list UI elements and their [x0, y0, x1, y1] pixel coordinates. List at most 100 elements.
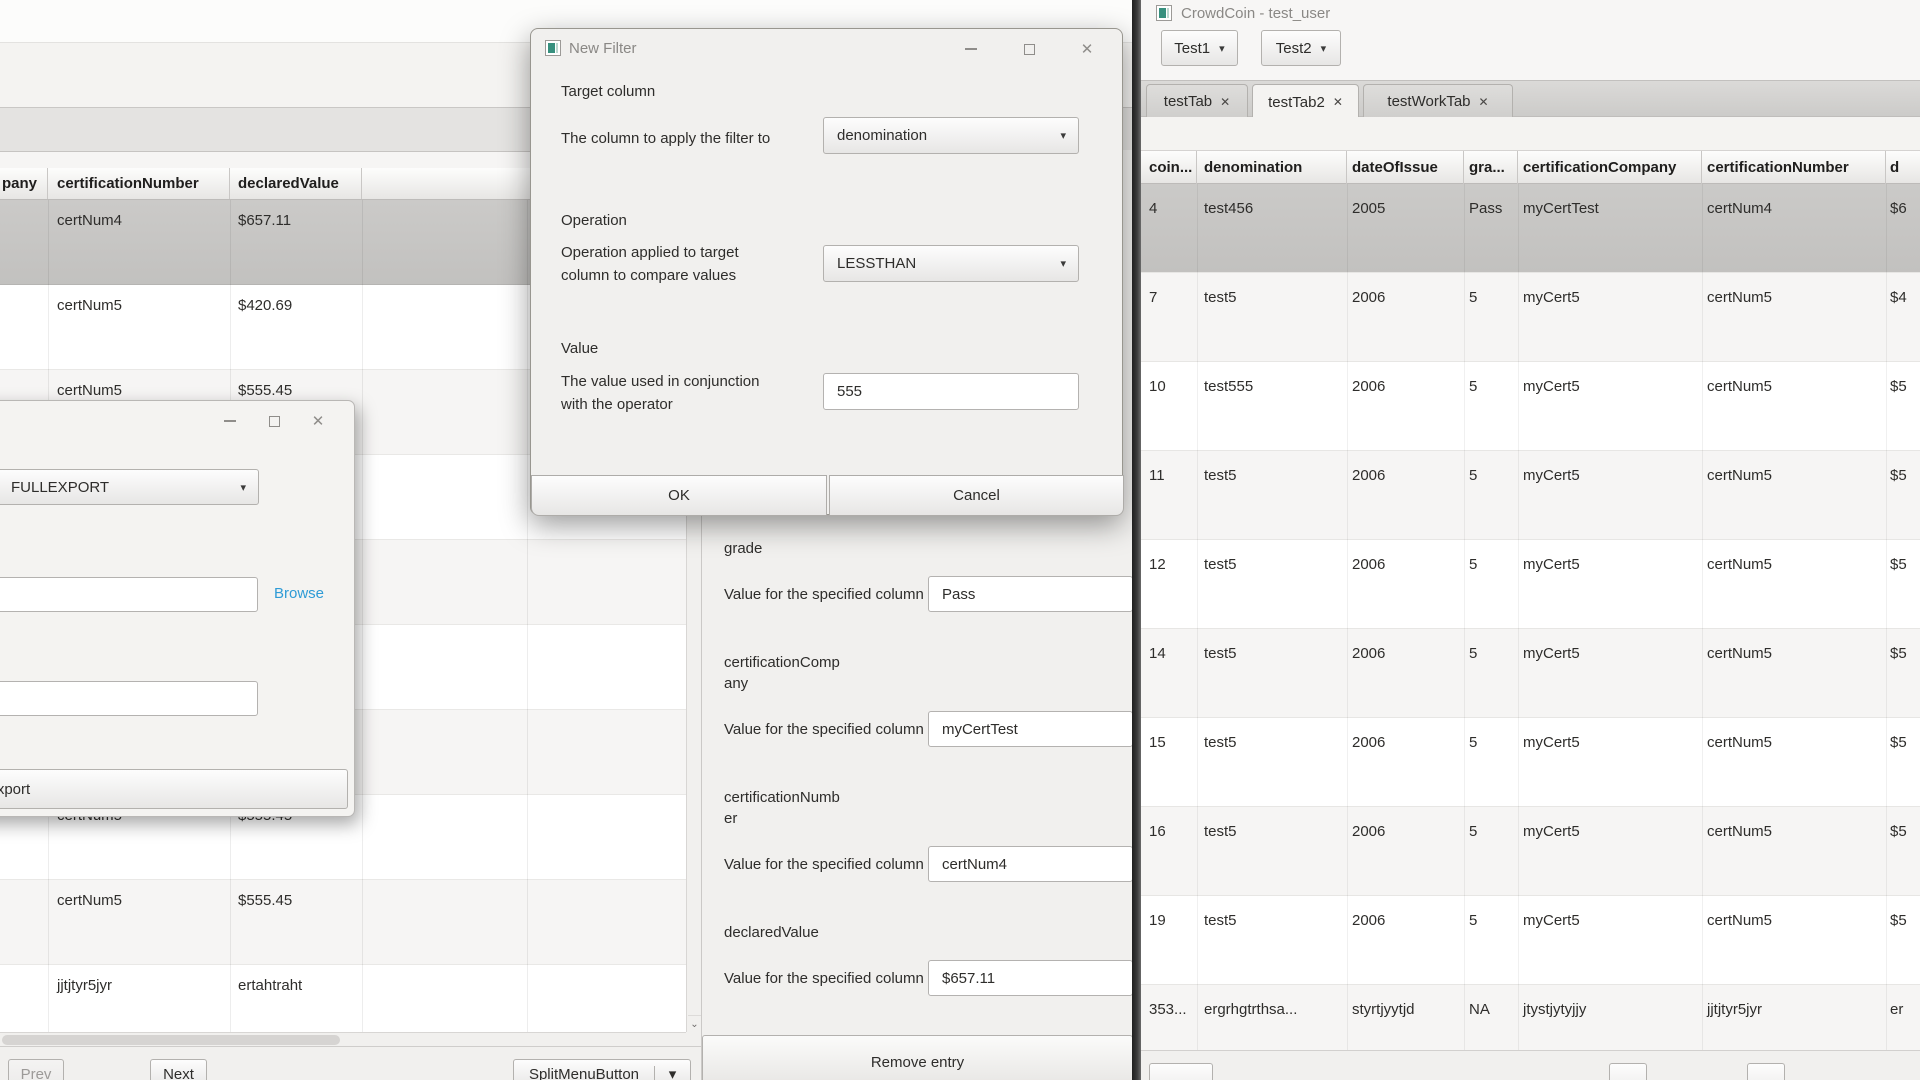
cell-grade: Pass: [1469, 200, 1516, 217]
next-button[interactable]: Next: [150, 1059, 207, 1080]
column-header-certificationcompany[interactable]: certificationCompany: [1518, 151, 1702, 184]
cell-coin: 15: [1149, 734, 1197, 751]
cell-coin: 11: [1149, 467, 1197, 484]
grid-line: [1886, 184, 1887, 1050]
cell-certificationcompany: myCert5: [1523, 734, 1700, 751]
cell-dateofissue: 2006: [1352, 467, 1462, 484]
crowdcoin-bottom-bar: [1141, 1050, 1920, 1080]
grid-line: [1197, 184, 1198, 1050]
cell-coin: 19: [1149, 912, 1197, 929]
cell-certificationnumber: certNum5: [57, 382, 227, 399]
target-column-combobox[interactable]: denomination ▾: [823, 117, 1079, 154]
partial-button[interactable]: [1747, 1063, 1785, 1080]
table-row[interactable]: 12 test5 2006 5 myCert5 certNum5 $5: [1141, 540, 1920, 629]
target-column-value: denomination: [837, 127, 927, 144]
close-icon: ✕: [1081, 40, 1094, 58]
export-type-combobox[interactable]: FULLEXPORT ▾: [0, 469, 259, 505]
cell-grade: 5: [1469, 645, 1516, 662]
table-row[interactable]: 4 test456 2005 Pass myCertTest certNum4 …: [1141, 184, 1920, 273]
tab-close-icon[interactable]: ✕: [1220, 95, 1230, 109]
tab-testtab2[interactable]: testTab2 ✕: [1252, 84, 1359, 119]
column-header-declaredvalue[interactable]: declaredValue: [230, 168, 362, 199]
entry-value-field[interactable]: myCertTest: [928, 711, 1133, 747]
crowdcoin-table-rows: 4 test456 2005 Pass myCertTest certNum4 …: [1141, 184, 1920, 1050]
entry-value-field[interactable]: $657.11: [928, 960, 1133, 996]
value-input[interactable]: 555: [823, 373, 1079, 410]
export-button[interactable]: Export: [0, 769, 348, 809]
table-row[interactable]: jjtjtyr5jyr ertahtraht: [0, 965, 686, 1032]
cell-certificationnumber: certNum5: [1707, 289, 1884, 306]
cell-certificationcompany: jtystjytyjjy: [1523, 1001, 1700, 1018]
table-row[interactable]: 19 test5 2006 5 myCert5 certNum5 $5: [1141, 896, 1920, 985]
table-row[interactable]: 16 test5 2006 5 myCert5 certNum5 $5: [1141, 807, 1920, 896]
cell-certificationnumber: certNum5: [1707, 645, 1884, 662]
scroll-down-icon[interactable]: ⌄: [688, 1015, 701, 1032]
close-button[interactable]: ✕: [296, 407, 340, 435]
app-icon: [545, 40, 561, 56]
cell-coin: 7: [1149, 289, 1197, 306]
table-row[interactable]: 7 test5 2006 5 myCert5 certNum5 $4: [1141, 273, 1920, 362]
entry-row-label: Value for the specified column: [724, 721, 928, 738]
column-header-coin[interactable]: coin...: [1141, 151, 1197, 184]
column-header-certificationcompany[interactable]: pany: [0, 168, 48, 199]
split-menu-button[interactable]: SplitMenuButton ▾: [513, 1059, 691, 1080]
remove-entry-button[interactable]: Remove entry: [702, 1035, 1133, 1080]
tab-label: testWorkTab: [1387, 93, 1470, 110]
table-row[interactable]: 10 test555 2006 5 myCert5 certNum5 $5: [1141, 362, 1920, 451]
tab-testworktab[interactable]: testWorkTab ✕: [1363, 84, 1513, 118]
horizontal-scrollbar[interactable]: [0, 1032, 686, 1046]
cell-certificationnumber: certNum5: [57, 892, 227, 909]
table-row[interactable]: 14 test5 2006 5 myCert5 certNum5 $5: [1141, 629, 1920, 718]
entry-value-field[interactable]: certNum4: [928, 846, 1133, 882]
column-header-certificationnumber[interactable]: certificationNumber: [48, 168, 230, 199]
ok-button[interactable]: OK: [531, 475, 827, 516]
cell-declaredvalue: $420.69: [238, 297, 358, 314]
table-row[interactable]: 11 test5 2006 5 myCert5 certNum5 $5: [1141, 451, 1920, 540]
entry-value-field[interactable]: Pass: [928, 576, 1133, 612]
operation-description: Operation applied to target column to co…: [561, 241, 739, 287]
partial-button[interactable]: [1149, 1063, 1213, 1080]
cell-grade: 5: [1469, 556, 1516, 573]
operation-combobox[interactable]: LESSTHAN ▾: [823, 245, 1079, 282]
cell-declaredvalue: $5: [1890, 823, 1920, 840]
chevron-down-icon[interactable]: ▾: [655, 1065, 690, 1080]
cell-denomination: test5: [1204, 645, 1344, 662]
column-header-declaredvalue[interactable]: d: [1886, 151, 1920, 184]
tab-testtab[interactable]: testTab ✕: [1146, 84, 1248, 118]
cell-certificationcompany: myCert5: [1523, 289, 1700, 306]
maximize-button[interactable]: [252, 407, 296, 435]
menu-button-test2[interactable]: Test2 ▾: [1261, 30, 1341, 66]
table-row[interactable]: 15 test5 2006 5 myCert5 certNum5 $5: [1141, 718, 1920, 807]
minimize-button[interactable]: [208, 407, 252, 435]
table-row[interactable]: 353... ergrhgtrthsa... styrtjyytjd NA jt…: [1141, 985, 1920, 1050]
cell-certificationnumber: jjtjtyr5jyr: [57, 977, 227, 994]
scrollbar-thumb[interactable]: [2, 1035, 340, 1045]
cell-denomination: test5: [1204, 289, 1344, 306]
column-header-certificationnumber[interactable]: certificationNumber: [1702, 151, 1886, 184]
entry-field-name: grade: [724, 538, 924, 559]
export-name-field[interactable]: [0, 681, 258, 716]
screen: pany certificationNumber declaredValue c…: [0, 0, 1920, 1080]
minimize-button[interactable]: [942, 33, 1000, 65]
browse-link[interactable]: Browse: [274, 585, 324, 602]
column-header-dateofissue[interactable]: dateOfIssue: [1347, 151, 1464, 184]
cancel-button[interactable]: Cancel: [829, 475, 1124, 516]
menu-button-test1[interactable]: Test1 ▾: [1161, 30, 1238, 66]
export-path-field[interactable]: [0, 577, 258, 612]
cell-denomination: test5: [1204, 556, 1344, 573]
cell-declaredvalue: $6: [1890, 200, 1920, 217]
prev-button[interactable]: Prev: [8, 1059, 64, 1080]
partial-button[interactable]: [1609, 1063, 1647, 1080]
close-button[interactable]: ✕: [1058, 33, 1116, 65]
maximize-button[interactable]: [1000, 33, 1058, 65]
column-header-denomination[interactable]: denomination: [1197, 151, 1347, 184]
cell-certificationcompany: myCert5: [1523, 645, 1700, 662]
column-header-grade[interactable]: gra...: [1464, 151, 1518, 184]
crowdcoin-titlebar[interactable]: CrowdCoin - test_user Test1 ▾ Test2 ▾: [1141, 0, 1920, 80]
dialog-titlebar[interactable]: New Filter ✕: [531, 29, 1122, 69]
split-menu-label[interactable]: SplitMenuButton: [514, 1066, 655, 1080]
cell-certificationnumber: certNum5: [57, 297, 227, 314]
tab-close-icon[interactable]: ✕: [1479, 95, 1489, 109]
tab-close-icon[interactable]: ✕: [1333, 95, 1343, 109]
table-row[interactable]: certNum5 $555.45: [0, 880, 686, 965]
